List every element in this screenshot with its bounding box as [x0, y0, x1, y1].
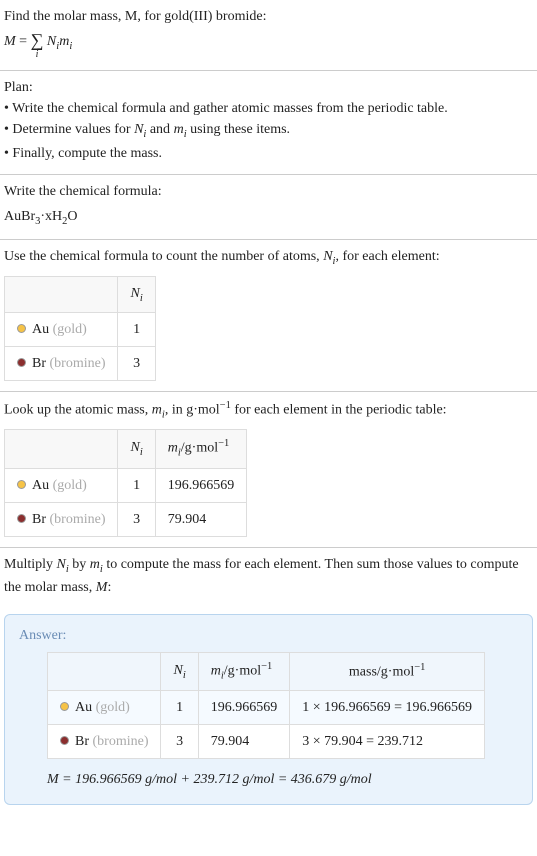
- answer-result: M = 196.966569 g/mol + 239.712 g/mol = 4…: [47, 769, 518, 790]
- ni-cell: 1: [118, 468, 155, 502]
- element-cell: Au (gold): [5, 313, 118, 347]
- lookup-table: Ni mi/g·mol−1 Au (gold) 1 196.966569 Br …: [4, 429, 247, 536]
- plan-section: Plan: • Write the chemical formula and g…: [0, 71, 537, 174]
- table-row: Br (bromine) 3 79.904: [5, 502, 247, 536]
- ni-header: Ni: [161, 653, 198, 691]
- ni-cell: 1: [118, 313, 155, 347]
- element-cell: Br (bromine): [48, 725, 161, 759]
- mi-header: mi/g·mol−1: [198, 653, 290, 691]
- element-cell: Br (bromine): [5, 347, 118, 381]
- intro-line1: Find the molar mass, M, for gold(III) br…: [4, 6, 533, 27]
- answer-result-text: M = 196.966569 g/mol + 239.712 g/mol = 4…: [47, 772, 372, 787]
- lookup-title-post: for each element in the periodic table:: [231, 403, 447, 418]
- el-label: (gold): [96, 700, 130, 715]
- plan-bullet-2: • Determine values for Ni and mi using t…: [4, 119, 533, 143]
- blank-header: [5, 276, 118, 313]
- el-label: (bromine): [50, 512, 106, 527]
- color-dot-au: [60, 702, 69, 711]
- plan-title: Plan:: [4, 77, 533, 98]
- table-row: Au (gold) 1 196.966569 1 × 196.966569 = …: [48, 691, 485, 725]
- intro-text: Find the molar mass, M, for gold(III) br…: [4, 9, 266, 24]
- el-label: (bromine): [93, 734, 149, 749]
- el-name: Au: [32, 478, 49, 493]
- mass-hdr-text: mass/g·mol: [349, 665, 414, 680]
- plan-b2-mid: and: [146, 122, 173, 137]
- blank-header: [48, 653, 161, 691]
- el-label: (bromine): [50, 356, 106, 371]
- plan-b2-post: using these items.: [187, 122, 290, 137]
- count-title-post: , for each element:: [335, 249, 439, 264]
- intro-formula: M = ∑i Nimi: [4, 31, 533, 60]
- answer-inner: Ni mi/g·mol−1 mass/g·mol−1 Au (gold) 1 1…: [19, 652, 518, 790]
- multiply-section: Multiply Ni by mi to compute the mass fo…: [0, 548, 537, 609]
- mult-pre: Multiply: [4, 557, 57, 572]
- ni-cell: 1: [161, 691, 198, 725]
- lookup-title: Look up the atomic mass, mi, in g·mol−1 …: [4, 398, 533, 423]
- lookup-title-mid: , in g·mol: [165, 403, 220, 418]
- count-title-pre: Use the chemical formula to count the nu…: [4, 249, 323, 264]
- color-dot-au: [17, 324, 26, 333]
- blank-header: [5, 430, 118, 468]
- mult-mid1: by: [69, 557, 90, 572]
- plan-bullet-1: • Write the chemical formula and gather …: [4, 98, 533, 119]
- ni-header: Ni: [118, 430, 155, 468]
- color-dot-au: [17, 480, 26, 489]
- el-name: Br: [32, 356, 46, 371]
- table-row: Au (gold) 1: [5, 313, 156, 347]
- table-header-row: Ni mi/g·mol−1: [5, 430, 247, 468]
- answer-table: Ni mi/g·mol−1 mass/g·mol−1 Au (gold) 1 1…: [47, 652, 485, 759]
- ni-header: Ni: [118, 276, 155, 313]
- ni-cell: 3: [118, 502, 155, 536]
- el-name: Au: [32, 322, 49, 337]
- count-table: Ni Au (gold) 1 Br (bromine) 3: [4, 276, 156, 382]
- el-name: Au: [75, 700, 92, 715]
- el-label: (gold): [53, 322, 87, 337]
- formula-title: Write the chemical formula:: [4, 181, 533, 202]
- table-header-row: Ni mi/g·mol−1 mass/g·mol−1: [48, 653, 485, 691]
- ni-cell: 3: [161, 725, 198, 759]
- intro-section: Find the molar mass, M, for gold(III) br…: [0, 0, 537, 70]
- color-dot-br: [17, 358, 26, 367]
- mass-header: mass/g·mol−1: [290, 653, 485, 691]
- element-cell: Au (gold): [5, 468, 118, 502]
- answer-label: Answer:: [19, 625, 518, 646]
- table-row: Br (bromine) 3 79.904 3 × 79.904 = 239.7…: [48, 725, 485, 759]
- lookup-section: Look up the atomic mass, mi, in g·mol−1 …: [0, 392, 537, 546]
- mi-header: mi/g·mol−1: [155, 430, 247, 468]
- el-label: (gold): [53, 478, 87, 493]
- mass-cell: 1 × 196.966569 = 196.966569: [290, 691, 485, 725]
- plan-b2-pre: • Determine values for: [4, 122, 134, 137]
- element-cell: Au (gold): [48, 691, 161, 725]
- chemical-formula: AuBr3·xH2O: [4, 206, 533, 230]
- mi-cell: 196.966569: [155, 468, 247, 502]
- el-name: Br: [75, 734, 89, 749]
- color-dot-br: [17, 514, 26, 523]
- count-title: Use the chemical formula to count the nu…: [4, 246, 533, 270]
- answer-box: Answer: Ni mi/g·mol−1 mass/g·mol−1 Au (g…: [4, 614, 533, 805]
- multiply-title: Multiply Ni by mi to compute the mass fo…: [4, 554, 533, 599]
- mi-cell: 79.904: [155, 502, 247, 536]
- el-name: Br: [32, 512, 46, 527]
- color-dot-br: [60, 736, 69, 745]
- table-row: Br (bromine) 3: [5, 347, 156, 381]
- count-section: Use the chemical formula to count the nu…: [0, 240, 537, 391]
- mult-post: :: [107, 580, 111, 595]
- mass-cell: 3 × 79.904 = 239.712: [290, 725, 485, 759]
- lookup-title-pre: Look up the atomic mass,: [4, 403, 152, 418]
- mi-cell: 196.966569: [198, 691, 290, 725]
- mi-cell: 79.904: [198, 725, 290, 759]
- table-row: Au (gold) 1 196.966569: [5, 468, 247, 502]
- element-cell: Br (bromine): [5, 502, 118, 536]
- ni-cell: 3: [118, 347, 155, 381]
- table-header-row: Ni: [5, 276, 156, 313]
- plan-bullet-3: • Finally, compute the mass.: [4, 143, 533, 164]
- formula-section: Write the chemical formula: AuBr3·xH2O: [0, 175, 537, 240]
